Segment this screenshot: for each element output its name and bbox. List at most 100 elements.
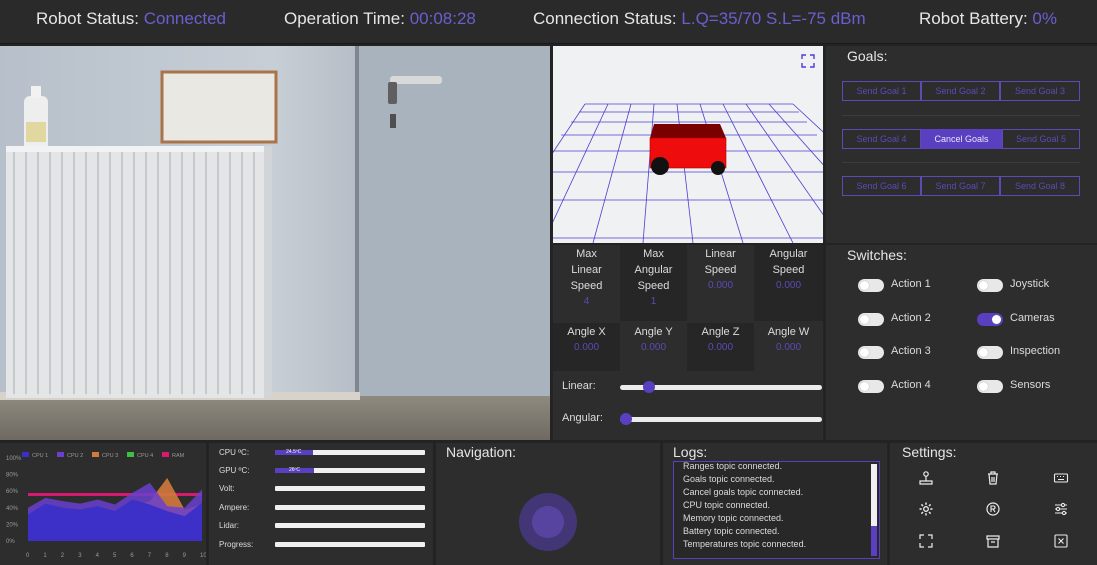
toggle-knob: [860, 315, 869, 324]
status-bar: Robot Status: Connected Operation Time: …: [0, 0, 1097, 44]
action-4-toggle[interactable]: [858, 380, 884, 393]
legend-label: CPU 3: [102, 453, 118, 459]
max-angular-speed-value: 1: [650, 296, 657, 307]
camera-image: [0, 46, 550, 440]
sliders-icon[interactable]: [1053, 501, 1069, 517]
sensor-label: CPU ºC:: [219, 448, 250, 457]
x-tick-label: 10: [200, 553, 206, 559]
legend-swatch: [162, 452, 169, 457]
sensors-toggle[interactable]: [977, 380, 1003, 393]
linear-slider-thumb[interactable]: [642, 381, 655, 393]
goals-divider: [842, 162, 1080, 163]
angular-slider-thumb[interactable]: [620, 413, 632, 425]
x-tick-label: 1: [43, 553, 47, 559]
linear-speed-value: 0.000: [707, 280, 734, 291]
robot-battery: Robot Battery: 0%: [919, 9, 1057, 29]
angular-slider[interactable]: [620, 413, 822, 425]
connection-status-value: L.Q=35/70 S.L=-75 dBm: [681, 9, 866, 28]
log-line: Battery topic connected.: [683, 526, 780, 536]
cameras-toggle[interactable]: [977, 313, 1003, 326]
joystick-toggle[interactable]: [977, 279, 1003, 292]
speed-panel: Max Linear Speed 4 Max Angular Speed 1 L…: [553, 245, 823, 440]
log-list[interactable]: Ranges topic connected. Goals topic conn…: [673, 461, 880, 559]
angular-speed-value: 0.000: [775, 280, 802, 291]
sensor-label: GPU ºC:: [219, 466, 250, 475]
cancel-goals-button[interactable]: Cancel Goals: [921, 129, 1002, 149]
inspection-toggle[interactable]: [977, 346, 1003, 359]
action-1-label: Action 1: [891, 278, 931, 290]
action-2-toggle[interactable]: [858, 313, 884, 326]
send-goal-4-button[interactable]: Send Goal 4: [842, 129, 921, 149]
log-line: Memory topic connected.: [683, 513, 784, 523]
angle-y: Angle Y 0.000: [620, 323, 687, 371]
max-angular-speed: Max Angular Speed 1: [620, 245, 687, 321]
log-line: Ranges topic connected.: [683, 461, 783, 471]
switches-panel: Switches: Action 1 Joystick Action 2 Cam…: [826, 245, 1097, 440]
log-scrollbar[interactable]: [871, 464, 877, 556]
legend-label: CPU 1: [32, 453, 48, 459]
action-1-toggle[interactable]: [858, 279, 884, 292]
settings-title: Settings:: [902, 444, 957, 460]
x-tick-label: 7: [148, 553, 152, 559]
logs-title: Logs:: [673, 444, 708, 460]
robot-3d-view[interactable]: [553, 46, 823, 243]
fullscreen-icon[interactable]: [801, 54, 815, 68]
x-tick-label: 9: [183, 553, 187, 559]
send-goal-3-button[interactable]: Send Goal 3: [1000, 81, 1080, 101]
operation-time: Operation Time: 00:08:28: [284, 9, 476, 29]
archive-icon[interactable]: [985, 533, 1001, 549]
angle-z-label: Angle Z: [701, 326, 740, 338]
close-icon[interactable]: [1053, 533, 1069, 549]
linear-speed: Linear Speed 0.000: [687, 245, 754, 321]
toggle-knob: [860, 281, 869, 290]
sensor-label: Volt:: [219, 484, 235, 493]
send-goal-7-button[interactable]: Send Goal 7: [921, 176, 1000, 196]
fullscreen-icon[interactable]: [918, 533, 934, 549]
angular-speed-label: Angular Speed: [769, 248, 808, 276]
action-4-label: Action 4: [891, 379, 931, 391]
y-tick-label: 0%: [6, 539, 15, 545]
keyboard-icon[interactable]: [1053, 470, 1069, 486]
sensors-panel: CPU ºC: 24.5ºC GPU ºC: 26ºC Volt: Ampere: Lida…: [209, 443, 433, 565]
robot-3d-scene: [553, 103, 823, 243]
send-goal-6-button[interactable]: Send Goal 6: [842, 176, 921, 196]
x-tick-label: 8: [165, 553, 169, 559]
battery-value: 0%: [1032, 9, 1057, 28]
legend-swatch: [22, 452, 29, 457]
operation-time-label: Operation Time:: [284, 9, 405, 28]
linear-slider[interactable]: [620, 381, 822, 393]
toggle-knob: [979, 382, 988, 391]
inspection-label: Inspection: [1010, 345, 1061, 357]
joystick-icon[interactable]: [918, 470, 934, 486]
gear-icon[interactable]: [918, 501, 934, 517]
navigation-joystick[interactable]: [518, 492, 578, 552]
toggle-knob: [992, 315, 1001, 324]
trash-icon[interactable]: [985, 470, 1001, 486]
switches-title: Switches:: [847, 247, 907, 263]
sensor-label: Lidar:: [219, 521, 240, 530]
linear-speed-label: Linear Speed: [704, 248, 737, 276]
goals-panel: Goals: Send Goal 1 Send Goal 2 Send Goal…: [826, 46, 1097, 243]
operation-time-value: 00:08:28: [409, 9, 476, 28]
sensor-bar-fill: 24.5ºC: [275, 450, 313, 455]
angle-x-value: 0.000: [573, 342, 600, 353]
send-goal-1-button[interactable]: Send Goal 1: [842, 81, 921, 101]
angle-y-label: Angle Y: [634, 326, 673, 338]
log-scrollbar-thumb[interactable]: [871, 526, 877, 556]
linear-slider-label: Linear:: [562, 380, 596, 392]
send-goal-2-button[interactable]: Send Goal 2: [921, 81, 1000, 101]
goals-title: Goals:: [847, 48, 888, 64]
x-tick-label: 2: [61, 553, 65, 559]
x-tick-label: 5: [113, 553, 117, 559]
navigation-panel: Navigation:: [436, 443, 660, 565]
toggle-knob: [860, 348, 869, 357]
action-3-toggle[interactable]: [858, 346, 884, 359]
angle-z: Angle Z 0.000: [687, 323, 754, 371]
action-3-label: Action 3: [891, 345, 931, 357]
reset-icon[interactable]: [985, 501, 1001, 517]
robot-status: Robot Status: Connected: [36, 9, 226, 29]
angular-speed: Angular Speed 0.000: [754, 245, 823, 321]
sensor-bar-fill: 26ºC: [275, 468, 314, 473]
send-goal-5-button[interactable]: Send Goal 5: [1002, 129, 1080, 149]
send-goal-8-button[interactable]: Send Goal 8: [1000, 176, 1080, 196]
